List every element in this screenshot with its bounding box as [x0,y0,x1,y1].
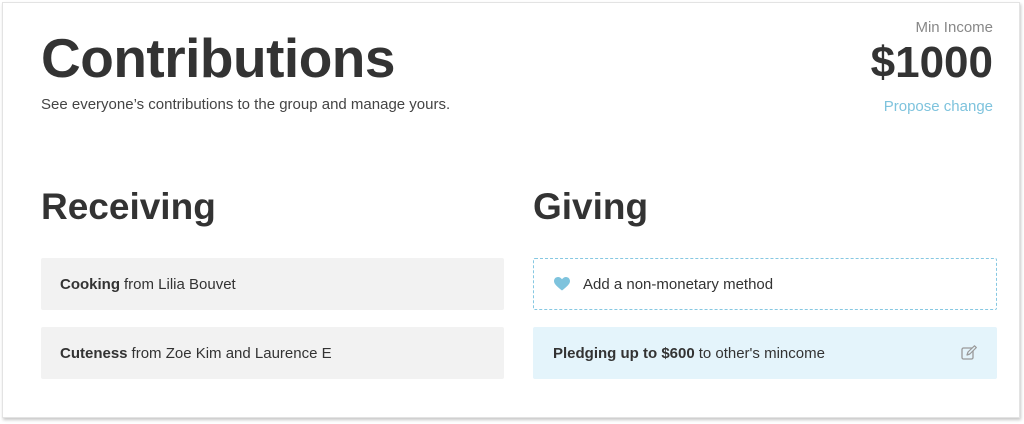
page-subtitle: See everyone’s contributions to the grou… [41,96,451,113]
receiving-item-what: Cuteness [60,344,128,362]
min-income-label: Min Income [915,19,993,36]
pledge-amount: Pledging up to $600 [553,344,695,362]
add-method-label: Add a non-monetary method [583,275,774,293]
min-income-value: $1000 [870,38,993,87]
contributions-card: Contributions See everyone’s contributio… [2,2,1020,418]
receiving-item-from: from Lilia Bouvet [124,275,236,293]
pledge-row: Pledging up to $600 to other's mincome [533,327,997,379]
propose-change-link[interactable]: Propose change [871,98,993,115]
giving-title: Giving [533,186,649,227]
receiving-item[interactable]: Cooking from Lilia Bouvet [41,258,504,310]
receiving-title: Receiving [41,186,216,227]
min-income-panel: Min Income $1000 Propose change [871,19,993,115]
receiving-item-from: from Zoe Kim and Laurence E [131,344,332,362]
receiving-item-what: Cooking [60,275,120,293]
pledge-rest: to other's mincome [698,344,825,362]
page-title: Contributions [41,27,395,89]
pledge-text: Pledging up to $600 to other's mincome [553,345,825,362]
receiving-item[interactable]: Cuteness from Zoe Kim and Laurence E [41,327,504,379]
add-non-monetary-method-button[interactable]: Add a non-monetary method [533,258,997,310]
heart-icon [554,277,570,291]
edit-icon[interactable] [961,345,977,361]
